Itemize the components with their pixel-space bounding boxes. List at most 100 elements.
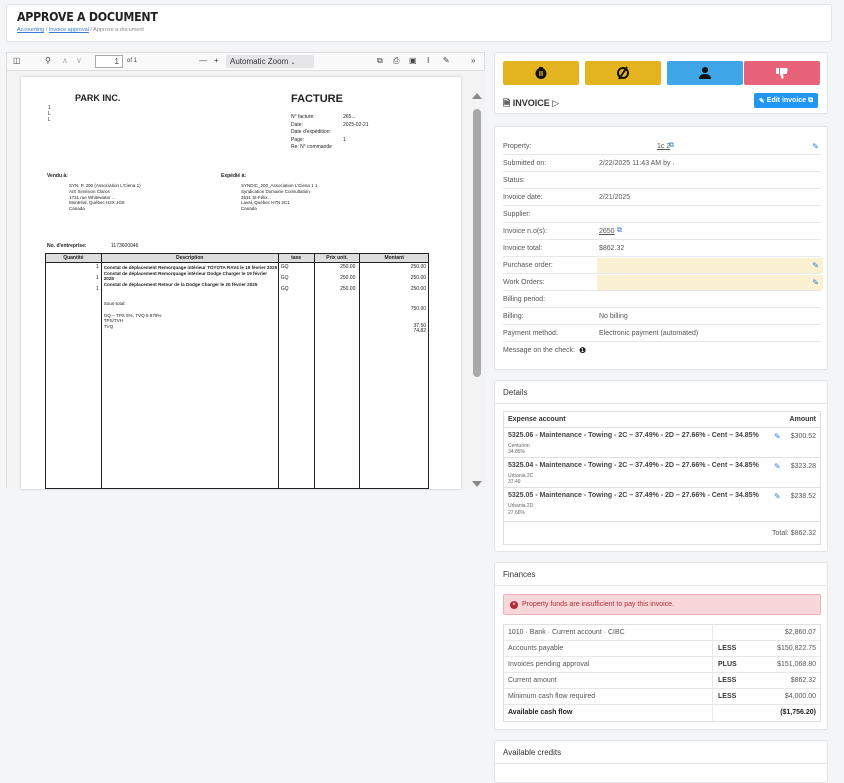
doc-lines-header: Quantité Description taxe Prix unit. Mon… [46,254,428,263]
scroll-thumb[interactable] [473,109,481,377]
pencil-icon: ✎ [758,97,765,105]
reject-button[interactable] [744,61,820,85]
assign-user-button[interactable] [667,61,743,85]
hold-button[interactable] [503,61,579,85]
info-row-payment-method: Payment method: Electronic payment (autom… [503,325,821,342]
edit-invoice-button[interactable]: ✎ Edit invoice ⧉ [754,93,818,108]
page-title: APPROVE A DOCUMENT [17,10,158,24]
pdf-toolbar: ◫ ⚲ ∧ ∨ 1 of 1 — + Automatic Zoom ⌄ ⧉ ⎙ … [7,53,484,71]
insufficient-funds-alert: × Property funds are insufficient to pay… [503,594,821,615]
edit-account-icon[interactable]: ✎ [774,462,781,471]
invoice-number-link[interactable]: 2650 [599,228,615,235]
pdf-page: PARK INC. 1LL FACTURE N° facture: Date: … [21,77,461,489]
details-total: Total: $862.32 [772,530,816,537]
doc-lines-body: 1 1 1 Constat de déplacement Remorquage … [46,263,428,489]
info-row-work-orders: Work Orders: ✎ [503,274,823,291]
draw-icon[interactable]: ✎ [443,56,450,65]
breadcrumb-current: Approve a document [93,27,144,33]
save-icon[interactable]: ▣ [409,56,417,65]
table-row: Accounts payable LESS $150,822.75 [504,641,820,657]
invoice-heading: 🗎 INVOICE ▷ [503,96,559,112]
doc-enterprise-value: 1173600046 [111,243,139,249]
alert-text: Property funds are insufficient to pay t… [522,601,675,608]
edit-property-icon[interactable]: ✎ [812,142,819,151]
user-icon [699,67,711,79]
edit-work-orders-icon[interactable]: ✎ [812,278,819,287]
info-row-billing-period: Billing period: [503,291,821,308]
table-row: Minimum cash flow required LESS $4,000.00 [504,689,820,705]
info-row-property: Property: 1c 2 ⧉ ✎ [503,138,821,155]
table-row: Available cash flow ($1,756.20) [504,705,820,721]
info-row-invoice-date: Invoice date: 2/21/2025 [503,189,821,206]
doc-ship-to-label: Expédié à: [221,173,247,179]
breadcrumb-invoice-approval[interactable]: Invoice approval [49,27,89,33]
details-title: Details [503,388,528,397]
breadcrumb: Accounting / Invoice approval / Approve … [17,27,144,33]
play-icon[interactable]: ▷ [552,98,559,108]
scroll-up-icon[interactable] [472,93,482,99]
doc-enterprise-label: No. d'entreprise: [47,243,87,249]
credits-title: Available credits [503,748,562,757]
edit-purchase-order-icon[interactable]: ✎ [812,261,819,270]
next-page-icon[interactable]: ∨ [76,56,82,65]
page-header: APPROVE A DOCUMENT Accounting / Invoice … [6,4,832,42]
find-icon[interactable]: ⚲ [45,56,51,65]
text-select-icon[interactable]: Ⅰ [427,56,429,65]
pdf-viewer: ◫ ⚲ ∧ ∨ 1 of 1 — + Automatic Zoom ⌄ ⧉ ⎙ … [6,52,486,489]
info-row-check-message: Message on the check: ❶ [503,346,587,355]
doc-ship-to: SYNDIC_200_Association L'Ciena 1 1 Syndi… [241,183,318,212]
thumbs-down-icon [776,68,788,79]
open-file-icon[interactable]: ⧉ [377,56,383,66]
details-table: Expense account Amount 5325.06 - Mainten… [503,411,821,545]
table-row: 1010 · Bank · Current account · CIBC $2,8… [504,625,820,641]
info-row-supplier: Supplier: [503,206,821,223]
work-orders-field[interactable] [597,275,823,290]
external-link-icon: ⧉ [808,96,814,104]
external-link-icon[interactable]: ⧉ [617,227,622,235]
credits-panel: Available credits [494,740,828,783]
pdf-scrollbar[interactable] [471,91,482,491]
edit-account-icon[interactable]: ✎ [774,492,781,501]
invoice-heading-label: INVOICE [512,98,550,108]
edit-account-icon[interactable]: ✎ [774,432,781,441]
doc-meta-values: 265... 2025-02-21 1 [343,114,369,143]
info-row-billing: Billing: No billing [503,308,821,325]
purchase-order-field[interactable] [597,258,823,273]
page-number-input[interactable]: 1 [95,55,123,68]
info-icon[interactable]: ❶ [579,346,586,355]
print-icon[interactable]: ⎙ [393,56,399,66]
doc-sold-to-label: Vendu à: [47,173,68,179]
ban-icon [617,66,629,80]
info-row-invoice-total: Invoice total: $862.32 [503,240,821,257]
details-table-header: Expense account Amount [504,412,820,428]
doc-type: FACTURE [291,93,343,105]
breadcrumb-accounting[interactable]: Accounting [17,27,44,33]
doc-company: PARK INC. [75,93,121,103]
tools-menu-icon[interactable]: » [471,56,475,65]
pdf-page-area[interactable]: PARK INC. 1LL FACTURE N° facture: Date: … [7,71,486,489]
zoom-in-icon[interactable]: + [214,56,219,65]
finances-panel: Finances × Property funds are insufficie… [494,562,828,730]
doc-sold-to: SYN. P. 200 (Association L'Ciena 1) A/S … [69,183,141,212]
info-row-invoice-numbers: Invoice n.o(s): 2650 ⧉ [503,223,821,240]
info-row-purchase-order: Purchase order: ✎ [503,257,823,274]
invoice-info-panel: Property: 1c 2 ⧉ ✎ Submitted on: 2/22/202… [494,126,828,370]
info-row-submitted: Submitted on: 2/22/2025 11:43 AM by . [503,155,821,172]
alert-icon: × [510,600,518,609]
scroll-down-icon[interactable] [472,481,482,487]
table-row: 5325.04 - Maintenance - Towing - 2C – 37… [504,459,820,488]
chevron-down-icon: ⌄ [290,60,296,66]
sidebar-toggle-icon[interactable]: ◫ [13,56,21,65]
edit-invoice-label: Edit invoice [766,97,807,104]
zoom-select[interactable]: Automatic Zoom ⌄ [226,55,314,68]
table-row: 5325.06 - Maintenance - Towing - 2C – 37… [504,429,820,458]
details-panel: Details Expense account Amount 5325.06 -… [494,380,828,552]
doc-address-marks: 1LL [48,105,51,123]
zoom-out-icon[interactable]: — [199,56,207,65]
prev-page-icon[interactable]: ∧ [62,56,68,65]
doc-lines-table: Quantité Description taxe Prix unit. Mon… [45,253,429,489]
actions-panel: 🗎 INVOICE ▷ ✎ Edit invoice ⧉ [494,52,828,114]
cancel-button[interactable] [585,61,661,85]
table-row: Invoices pending approval PLUS $151,068.80 [504,657,820,673]
external-link-icon[interactable]: ⧉ [669,142,674,150]
